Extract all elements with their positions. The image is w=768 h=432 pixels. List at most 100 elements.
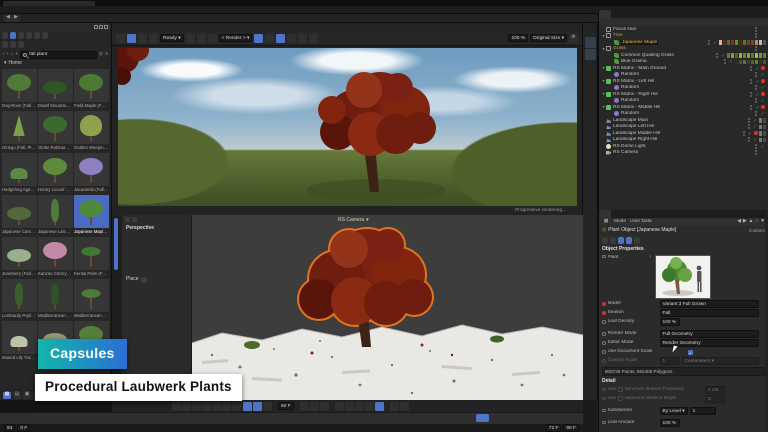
- attribute-tab-pill[interactable]: [618, 237, 624, 244]
- enabled-check-icon[interactable]: ✓: [752, 118, 759, 123]
- object-name[interactable]: Landscape Left Hill: [613, 124, 654, 129]
- record-filter-toggle[interactable]: [345, 402, 354, 411]
- plant-preview-thumbnail[interactable]: [655, 255, 711, 299]
- model-dropdown[interactable]: Variant 3 Full Grown: [660, 300, 760, 308]
- custom-button[interactable]: Custom: [749, 228, 765, 233]
- material-swatch[interactable]: [727, 40, 731, 45]
- enabled-check-icon[interactable]: ✓: [728, 59, 735, 64]
- keyframe-dot[interactable]: [602, 332, 606, 336]
- breadcrumb[interactable]: ▾Home: [0, 60, 111, 68]
- record-filter-toggle[interactable]: [365, 402, 374, 411]
- enabled-check-icon[interactable]: ✓: [759, 85, 766, 90]
- record-filter-toggle[interactable]: [355, 402, 364, 411]
- pv-toolbar-icon[interactable]: [276, 34, 285, 43]
- material-swatch[interactable]: [759, 40, 763, 45]
- attribute-tab-pill[interactable]: [626, 237, 632, 244]
- visibility-dots[interactable]: [753, 150, 759, 155]
- asset-filter-tab[interactable]: [34, 32, 40, 39]
- visibility-dots[interactable]: [753, 27, 759, 32]
- refresh-icon[interactable]: ◎: [99, 52, 103, 58]
- asset-item[interactable]: Ginkgo (Fall, Plant): [1, 111, 37, 152]
- material-swatch[interactable]: [763, 138, 767, 143]
- mode-menu[interactable]: Mode: [614, 219, 626, 224]
- asset-item[interactable]: Globe Robinia (Fall, Pl...: [37, 111, 73, 152]
- asset-thumbnail[interactable]: [2, 195, 37, 228]
- capsule-icon[interactable]: [585, 133, 596, 144]
- gear-icon[interactable]: ⚙: [569, 34, 578, 43]
- asset-item[interactable]: Golden Weeping Willo...: [73, 111, 109, 152]
- asset-filter-tab[interactable]: [18, 41, 24, 48]
- asset-thumbnail[interactable]: [2, 153, 37, 186]
- capsule-icon[interactable]: [585, 37, 596, 48]
- keyframe-dot[interactable]: [602, 320, 606, 324]
- asset-item[interactable]: Mediterranean Cypres...: [37, 279, 73, 320]
- undo-icon[interactable]: ◀: [4, 15, 12, 22]
- material-swatch[interactable]: [735, 53, 739, 58]
- material-swatch[interactable]: [739, 40, 743, 45]
- transport-button[interactable]: [232, 402, 241, 411]
- enabled-check-icon[interactable]: ✓: [759, 72, 766, 77]
- frame-field[interactable]: 64: [4, 424, 15, 432]
- asset-item[interactable]: Kentia Palm (Fall, Plant): [73, 237, 109, 278]
- material-swatch[interactable]: [755, 60, 759, 65]
- asset-thumbnail[interactable]: [38, 111, 73, 144]
- enabled-check-icon[interactable]: ✓: [754, 92, 761, 97]
- transport-button[interactable]: [212, 402, 221, 411]
- keyframe-dot[interactable]: [602, 311, 606, 315]
- asset-item[interactable]: Jacaranda (Fall, Plant): [73, 153, 109, 194]
- panel-window-icons[interactable]: [94, 25, 108, 29]
- nav-back-icon[interactable]: ◀: [737, 219, 741, 224]
- selected-tree[interactable]: [299, 229, 432, 325]
- transport-toggle[interactable]: [243, 402, 252, 411]
- asset-item[interactable]: Lombardy Poplar (Fall...: [1, 279, 37, 320]
- asset-item[interactable]: Dwarf Mountain Pine L...: [37, 69, 73, 110]
- asset-thumbnail[interactable]: [74, 195, 109, 228]
- custom-scale-unit-dropdown[interactable]: Centimeters ▾: [682, 357, 760, 365]
- list-view-icon[interactable]: ▤: [13, 392, 21, 399]
- object-name[interactable]: Random: [621, 98, 639, 103]
- asset-thumbnail[interactable]: [74, 153, 109, 186]
- asset-filter-tab[interactable]: [10, 41, 16, 48]
- render-slot-dropdown[interactable]: < Render > ▾: [219, 34, 253, 42]
- custom-scale-field[interactable]: 1: [660, 357, 680, 365]
- transport-button[interactable]: [202, 402, 211, 411]
- object-name[interactable]: RS Dome Light: [613, 144, 646, 149]
- asset-thumbnail[interactable]: [38, 279, 73, 312]
- transport-toggle[interactable]: [263, 402, 272, 411]
- subdivision-mode-dropdown[interactable]: By Level ▾: [660, 407, 688, 415]
- record-icon[interactable]: [300, 402, 309, 411]
- asset-thumbnail[interactable]: [2, 321, 37, 354]
- material-swatch[interactable]: [735, 40, 739, 45]
- material-swatch[interactable]: [727, 53, 731, 58]
- object-name[interactable]: RS Matrix - Left Hill: [613, 79, 654, 84]
- range-start-field[interactable]: 0 F: [17, 424, 30, 432]
- add-icon[interactable]: +: [15, 52, 18, 58]
- object-name[interactable]: Japanese Maple: [621, 40, 658, 45]
- min-branch-use-checkbox[interactable]: [618, 387, 623, 392]
- nav-up-icon[interactable]: ▲: [749, 219, 754, 224]
- material-swatch[interactable]: [719, 40, 723, 45]
- mode-icon[interactable]: ▦: [602, 219, 610, 226]
- transport-button[interactable]: [172, 402, 181, 411]
- pv-toolbar-icon[interactable]: [254, 34, 263, 43]
- redo-icon[interactable]: ▶: [12, 15, 20, 22]
- material-swatch[interactable]: [731, 40, 735, 45]
- pv-toolbar-icon[interactable]: [265, 34, 274, 43]
- material-swatch[interactable]: [755, 40, 759, 45]
- pv-toolbar-icon[interactable]: [197, 34, 206, 43]
- asset-filter-tab[interactable]: [10, 32, 16, 39]
- asset-item[interactable]: Kanzan Cherry (Fall, Pl...: [37, 237, 73, 278]
- grid-view-icon[interactable]: ▦: [3, 392, 11, 399]
- enabled-check-icon[interactable]: ✓: [747, 131, 754, 136]
- asset-item[interactable]: Field Maple (Fall, Plant): [73, 69, 109, 110]
- material-swatch[interactable]: [763, 60, 767, 65]
- capsule-icon[interactable]: [585, 85, 596, 96]
- record-filter-toggle[interactable]: [335, 402, 344, 411]
- material-swatch[interactable]: [743, 53, 747, 58]
- material-swatch[interactable]: [739, 60, 743, 65]
- timeline-extra-button[interactable]: [390, 402, 399, 411]
- asset-thumbnail[interactable]: [74, 237, 109, 270]
- keyframe-dot[interactable]: [602, 302, 606, 306]
- capsule-icon[interactable]: [585, 97, 596, 108]
- pv-toolbar-icon[interactable]: [309, 34, 318, 43]
